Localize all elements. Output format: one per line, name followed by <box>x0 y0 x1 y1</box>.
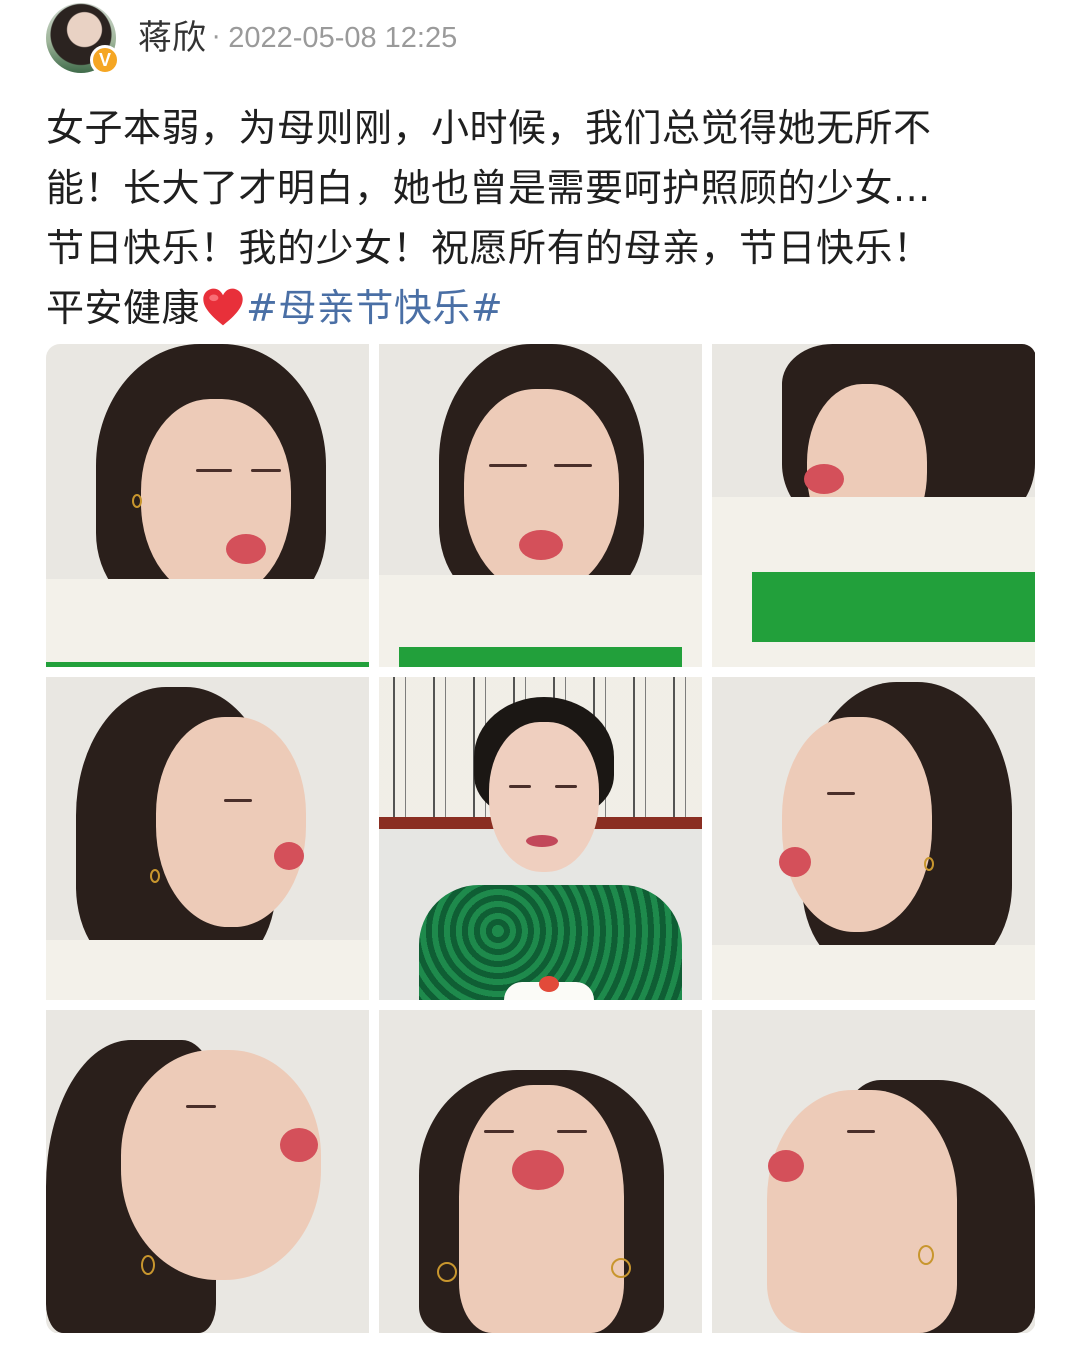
photo-9[interactable] <box>712 1010 1035 1333</box>
photo-2[interactable] <box>379 344 702 667</box>
post-text-last-line: 平安健康 #母亲节快乐# <box>46 278 1036 338</box>
photo-3[interactable] <box>712 344 1035 667</box>
hashtag-link[interactable]: #母亲节快乐# <box>246 286 503 330</box>
photo-6[interactable] <box>712 677 1035 1000</box>
photo-4[interactable] <box>46 677 369 1000</box>
post-body: 女子本弱，为母则刚，小时候，我们总觉得她无所不 能！长大了才明白，她也曾是需要呵… <box>46 98 1036 338</box>
photo-8[interactable] <box>379 1010 702 1333</box>
photo-7[interactable] <box>46 1010 369 1333</box>
photo-1[interactable] <box>46 344 369 667</box>
photo-5-mother[interactable] <box>379 677 702 1000</box>
post-timestamp: 2022-05-08 12:25 <box>228 21 458 54</box>
verified-badge-icon: V <box>90 45 120 75</box>
photo-grid <box>46 344 1036 1334</box>
author-name[interactable]: 蒋欣 <box>138 21 206 55</box>
post-text-line-start: 平安健康 <box>46 286 201 330</box>
post-text-line: 节日快乐！我的少女！祝愿所有的母亲，节日快乐！ <box>46 226 932 270</box>
post-text-line: 能！长大了才明白，她也曾是需要呵护照顾的少女... <box>46 166 931 210</box>
red-heart-icon <box>203 288 243 326</box>
avatar[interactable]: V <box>46 3 120 75</box>
meta-separator: · <box>212 23 221 53</box>
post-text-line: 女子本弱，为母则刚，小时候，我们总觉得她无所不 <box>46 106 932 150</box>
post-header: V 蒋欣 · 2022-05-08 12:25 <box>46 2 1036 75</box>
